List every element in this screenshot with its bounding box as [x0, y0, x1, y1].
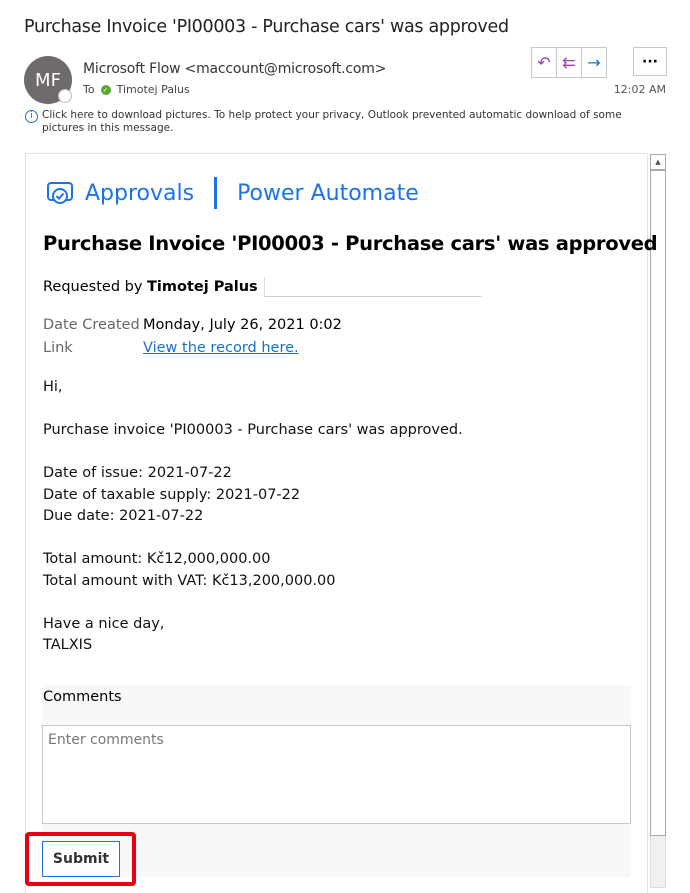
- info-icon: i: [25, 110, 38, 123]
- more-icon: ···: [642, 53, 658, 70]
- requester-name: Timotej Palus: [147, 279, 258, 295]
- brand-product: Power Automate: [237, 180, 419, 206]
- comments-label: Comments: [43, 689, 122, 705]
- brand-divider: [214, 177, 218, 209]
- view-record-link[interactable]: View the record here.: [143, 340, 299, 356]
- presence-icon: [58, 89, 72, 103]
- info-text: Click here to download pictures. To help…: [42, 109, 622, 134]
- more-button[interactable]: ···: [633, 47, 667, 76]
- forward-button[interactable]: →: [582, 48, 606, 77]
- requested-by: Requested by Timotej Palus: [43, 277, 481, 297]
- highlight-annotation: [25, 832, 136, 886]
- scrollbar-thumb[interactable]: [650, 170, 666, 836]
- date-created-label: Date Created: [43, 317, 140, 333]
- to-label: To: [83, 83, 95, 96]
- forward-icon: →: [587, 53, 601, 72]
- requester-image-placeholder: [263, 277, 481, 297]
- timestamp: 12:02 AM: [613, 83, 666, 96]
- date-created-row: Date Created Monday, July 26, 2021 0:02: [43, 317, 342, 333]
- date-created-value: Monday, July 26, 2021 0:02: [143, 317, 342, 333]
- brand-header: Approvals Power Automate: [45, 177, 419, 209]
- verified-check-icon: ✓: [100, 84, 111, 95]
- reply-icon: ↶: [537, 53, 551, 72]
- comments-input[interactable]: [42, 725, 631, 824]
- link-label: Link: [43, 340, 73, 356]
- reply-all-icon: ⇇: [562, 53, 576, 72]
- to-row: To ✓ Timotej Palus: [83, 83, 190, 96]
- recipient[interactable]: Timotej Palus: [117, 83, 190, 96]
- brand-app: Approvals: [85, 180, 195, 206]
- action-buttons: ↶ ⇇ →: [531, 47, 607, 78]
- approvals-icon: [47, 182, 73, 204]
- scroll-up-arrow-icon[interactable]: ▲: [650, 154, 666, 170]
- download-pictures-bar[interactable]: i Click here to download pictures. To he…: [25, 109, 665, 135]
- email-subject: Purchase Invoice 'PI00003 - Purchase car…: [24, 17, 509, 37]
- requested-by-label: Requested by: [43, 279, 143, 295]
- reply-button[interactable]: ↶: [532, 48, 557, 77]
- sender[interactable]: Microsoft Flow <maccount@microsoft.com>: [83, 61, 386, 77]
- card-title: Purchase Invoice 'PI00003 - Purchase car…: [43, 232, 658, 255]
- reply-all-button[interactable]: ⇇: [557, 48, 582, 77]
- message-text: Hi, Purchase invoice 'PI00003 - Purchase…: [43, 379, 463, 653]
- link-row: Link View the record here.: [43, 340, 299, 356]
